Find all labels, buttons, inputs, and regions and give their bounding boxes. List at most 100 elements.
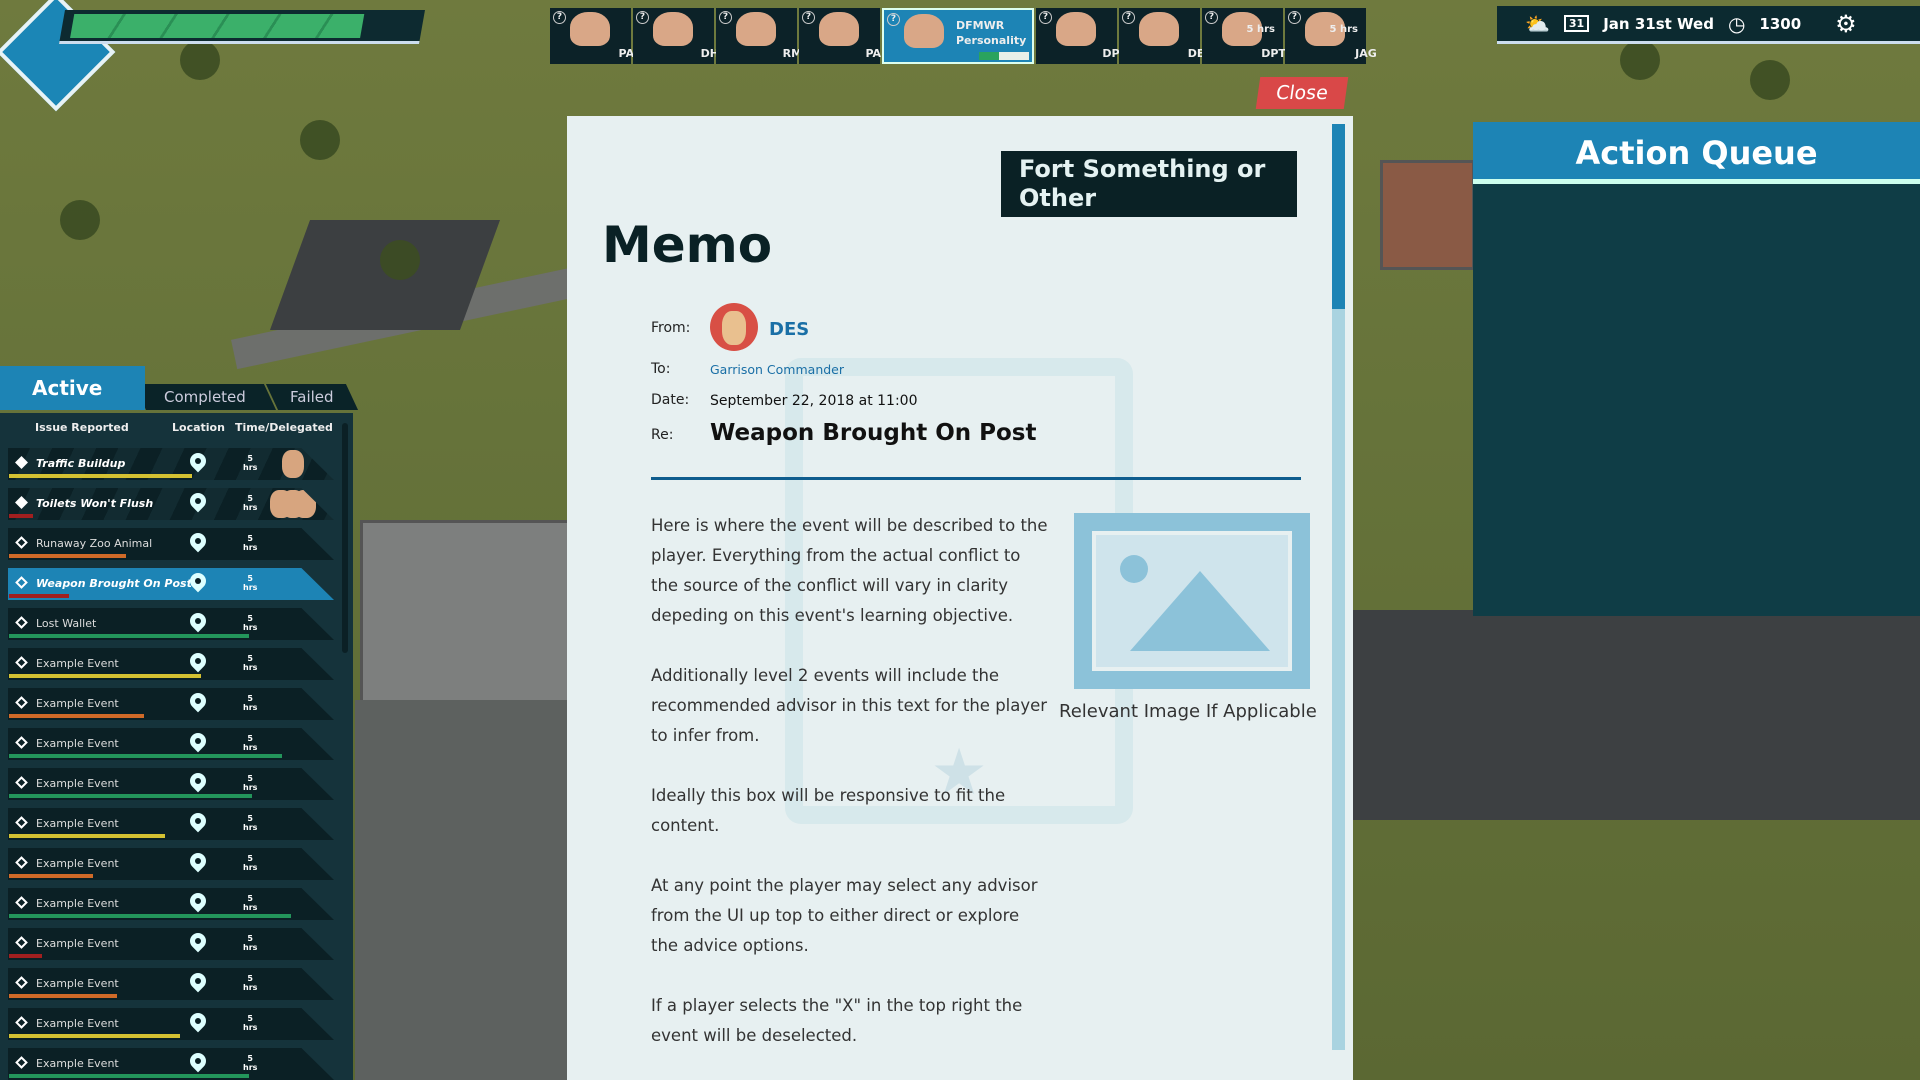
issue-row[interactable]: Weapon Brought On Post 5 hrs bbox=[8, 568, 334, 600]
location-pin-icon[interactable] bbox=[186, 769, 210, 793]
paragraph: If a player selects the "X" in the top r… bbox=[651, 996, 1023, 1045]
location-pin-icon[interactable] bbox=[186, 529, 210, 553]
advisor-dptms[interactable]: ? DPTMS 5 hrs bbox=[1202, 8, 1305, 64]
advisor-des[interactable]: ? DES bbox=[1119, 8, 1212, 64]
priority-diamond-icon bbox=[15, 856, 28, 869]
help-icon[interactable]: ? bbox=[1039, 11, 1052, 24]
advisor-subtitle: Personality bbox=[956, 34, 1027, 47]
issue-row[interactable]: Example Event 5 hrs bbox=[8, 1008, 334, 1040]
to-value: Garrison Commander bbox=[710, 362, 845, 377]
header-location: Location bbox=[172, 421, 225, 434]
help-icon[interactable]: ? bbox=[1288, 11, 1301, 24]
location-pin-icon[interactable] bbox=[186, 929, 210, 953]
help-icon[interactable]: ? bbox=[1122, 11, 1135, 24]
progress-bar bbox=[9, 874, 93, 878]
date-value: September 22, 2018 at 11:00 bbox=[710, 393, 918, 409]
issue-row[interactable]: Runaway Zoo Animal 5 hrs bbox=[8, 528, 334, 560]
location-pin-icon[interactable] bbox=[186, 809, 210, 833]
help-icon[interactable]: ? bbox=[719, 11, 732, 24]
progress-bar bbox=[9, 994, 117, 998]
advisor-dfmwr[interactable]: ? DFMWR Personality bbox=[882, 8, 1034, 64]
help-icon[interactable]: ? bbox=[887, 13, 900, 26]
close-button[interactable]: Close bbox=[1255, 77, 1349, 109]
issue-row[interactable]: Example Event 5 hrs bbox=[8, 848, 334, 880]
location-pin-icon[interactable] bbox=[186, 889, 210, 913]
issue-label: Example Event bbox=[36, 737, 119, 750]
paragraph: Here is where the event will be describe… bbox=[651, 516, 1048, 625]
issue-row[interactable]: Lost Wallet 5 hrs bbox=[8, 608, 334, 640]
issue-row[interactable]: Example Event 5 hrs bbox=[8, 768, 334, 800]
tab-failed[interactable]: Failed bbox=[265, 384, 359, 410]
issue-row[interactable]: Example Event 5 hrs bbox=[8, 968, 334, 1000]
issue-row[interactable]: Example Event 5 hrs bbox=[8, 728, 334, 760]
settings-gear-icon[interactable]: ⚙ bbox=[1835, 10, 1857, 38]
clock-icon: ◷ bbox=[1727, 11, 1746, 36]
paragraph: At any point the player may select any a… bbox=[651, 876, 1038, 955]
location-pin-icon[interactable] bbox=[186, 689, 210, 713]
advisor-name: DFMWR bbox=[956, 19, 1005, 32]
help-icon[interactable]: ? bbox=[802, 11, 815, 24]
issues-scrollbar[interactable] bbox=[342, 423, 348, 653]
location-pin-icon[interactable] bbox=[186, 849, 210, 873]
tab-active[interactable]: Active bbox=[0, 366, 145, 410]
location-pin-icon[interactable] bbox=[186, 649, 210, 673]
help-icon[interactable]: ? bbox=[636, 11, 649, 24]
progress-bar bbox=[9, 1074, 249, 1078]
time-text: 1300 bbox=[1759, 14, 1802, 33]
progress-bar bbox=[9, 554, 126, 558]
issue-row[interactable]: Example Event 5 hrs bbox=[8, 648, 334, 680]
help-icon[interactable]: ? bbox=[1205, 11, 1218, 24]
header-time: Time/Delegated bbox=[235, 421, 333, 434]
advisor-rmo[interactable]: ? RMO bbox=[716, 8, 811, 64]
location-pin-icon[interactable] bbox=[186, 729, 210, 753]
priority-diamond-icon bbox=[15, 656, 28, 669]
location-pin-icon[interactable] bbox=[186, 489, 210, 513]
paragraph: Ideally this box will be responsive to f… bbox=[651, 786, 1006, 835]
issue-row[interactable]: Traffic Buildup 5 hrs bbox=[8, 448, 334, 480]
issues-panel: Issue Reported Location Time/Delegated T… bbox=[0, 413, 353, 1080]
advisor-portrait bbox=[1139, 12, 1179, 46]
advisor-paio[interactable]: ? PAIO bbox=[799, 8, 895, 64]
help-icon[interactable]: ? bbox=[553, 11, 566, 24]
time-remaining: 5 hrs bbox=[243, 854, 258, 872]
header-issue: Issue Reported bbox=[35, 421, 129, 434]
location-pin-icon[interactable] bbox=[186, 1009, 210, 1033]
location-pin-icon[interactable] bbox=[186, 449, 210, 473]
delegated-advisor-avatar bbox=[282, 450, 304, 478]
from-value[interactable]: DES bbox=[769, 319, 809, 340]
status-bar: ⛅ 31 Jan 31st Wed ◷ 1300 ⚙ bbox=[1497, 6, 1920, 44]
date-label: Date: bbox=[651, 392, 690, 408]
issue-row[interactable]: Example Event 5 hrs bbox=[8, 688, 334, 720]
issue-label: Example Event bbox=[36, 1057, 119, 1070]
time-remaining: 5 hrs bbox=[243, 1054, 258, 1072]
advisor-pao[interactable]: ? PAO bbox=[550, 8, 643, 64]
priority-diamond-icon bbox=[15, 616, 28, 629]
issue-label: Runaway Zoo Animal bbox=[36, 537, 153, 550]
memo-scrollbar[interactable] bbox=[1332, 124, 1345, 1050]
issue-row[interactable]: Example Event 5 hrs bbox=[8, 928, 334, 960]
issue-row[interactable]: Example Event 5 hrs bbox=[8, 1048, 334, 1080]
issue-row[interactable]: Example Event 5 hrs bbox=[8, 808, 334, 840]
image-caption: Relevant Image If Applicable bbox=[1059, 701, 1317, 722]
progress-bar bbox=[9, 594, 69, 598]
advisor-portrait bbox=[736, 12, 776, 46]
to-label: To: bbox=[651, 361, 671, 377]
tab-completed[interactable]: Completed bbox=[133, 384, 277, 410]
progress-bar bbox=[9, 754, 282, 758]
progress-bar bbox=[9, 714, 144, 718]
priority-diamond-icon bbox=[15, 1056, 28, 1069]
priority-diamond-icon bbox=[15, 576, 28, 589]
issue-row[interactable]: Toilets Won't Flush 5 hrs bbox=[8, 488, 334, 520]
re-label: Re: bbox=[651, 427, 674, 443]
action-queue-panel: Action Queue bbox=[1473, 122, 1920, 616]
advisor-dpw[interactable]: ? DPW bbox=[1036, 8, 1132, 64]
re-value: Weapon Brought On Post bbox=[710, 420, 1037, 446]
advisor-dhr[interactable]: ? DHR bbox=[633, 8, 727, 64]
advisor-jag[interactable]: ? JAG 5 hrs bbox=[1285, 8, 1377, 64]
calendar-icon: 31 bbox=[1563, 15, 1590, 32]
location-pin-icon[interactable] bbox=[186, 969, 210, 993]
location-pin-icon[interactable] bbox=[186, 609, 210, 633]
issue-row[interactable]: Example Event 5 hrs bbox=[8, 888, 334, 920]
location-pin-icon[interactable] bbox=[186, 1049, 210, 1073]
from-label: From: bbox=[651, 320, 691, 336]
